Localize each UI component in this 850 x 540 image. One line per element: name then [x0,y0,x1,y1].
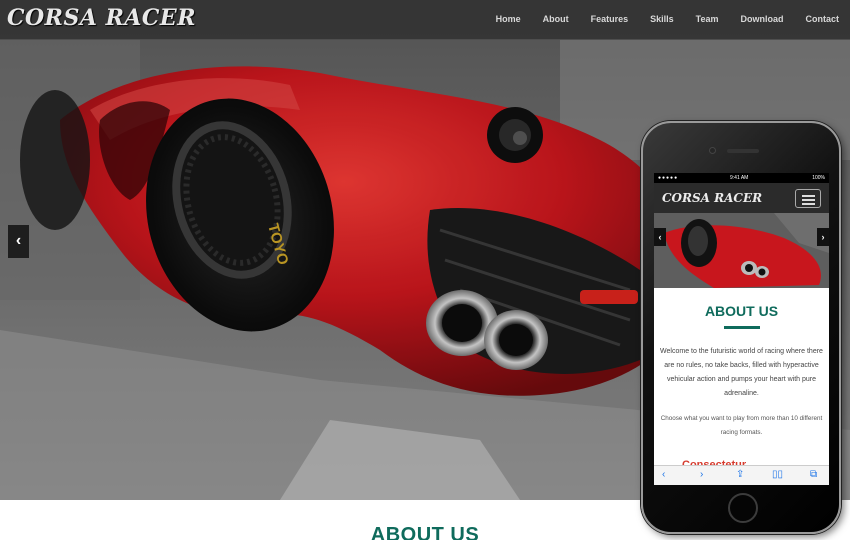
page: TOYO ‹ CORSA RACER Home About Features S… [0,0,850,540]
mobile-brand-logo[interactable]: CORSA RACER [662,191,762,205]
nav-home[interactable]: Home [485,0,532,40]
battery-icon: 100% [812,175,825,181]
mobile-about-title: ABOUT US [704,303,779,319]
phone-home-button [728,493,758,523]
chevron-right-icon: › [821,232,825,242]
mobile-about-paragraph: Welcome to the futuristic world of racin… [660,348,823,397]
mobile-formats-paragraph: Choose what you want to play from more t… [660,415,823,436]
title-underline [724,326,760,329]
nav-features[interactable]: Features [580,0,640,40]
phone-camera-icon [709,147,716,154]
top-navbar: CORSA RACER Home About Features Skills T… [0,0,850,40]
share-icon[interactable]: ⇪ [736,469,744,480]
chevron-left-icon: ‹ [15,232,22,249]
mobile-prev-button[interactable]: ‹ [654,228,666,246]
signal-icon: ●●●●● [658,175,679,181]
chevron-left-icon: ‹ [658,232,662,242]
phone-speaker [727,149,759,153]
brand-logo[interactable]: CORSA RACER [7,5,196,31]
phone-status-bar: ●●●●● 9:41 AM 100% [654,173,829,183]
back-icon[interactable]: ‹ [662,469,665,480]
hamburger-icon[interactable] [795,189,821,208]
nav-download[interactable]: Download [730,0,795,40]
mobile-hero-slider: ‹ › [654,213,829,288]
main-nav: Home About Features Skills Team Download… [485,0,850,40]
phone-screen: ●●●●● 9:41 AM 100% CORSA RACER ‹ › ABOUT… [654,173,829,485]
tabs-icon[interactable]: ⧉ [810,469,817,480]
safari-toolbar: ‹ › ⇪ ▯▯ ⧉ [654,465,829,485]
mobile-hero-image [654,213,829,288]
bookmarks-icon[interactable]: ▯▯ [772,469,783,480]
nav-team[interactable]: Team [685,0,730,40]
status-time: 9:41 AM [730,175,749,181]
nav-skills[interactable]: Skills [639,0,685,40]
phone-mockup: ●●●●● 9:41 AM 100% CORSA RACER ‹ › ABOUT… [641,121,841,534]
nav-about[interactable]: About [532,0,580,40]
forward-icon[interactable]: › [700,469,703,480]
mobile-header: CORSA RACER [654,183,829,213]
mobile-next-button[interactable]: › [817,228,829,246]
nav-contact[interactable]: Contact [795,0,850,40]
carousel-prev-button[interactable]: ‹ [8,225,29,258]
